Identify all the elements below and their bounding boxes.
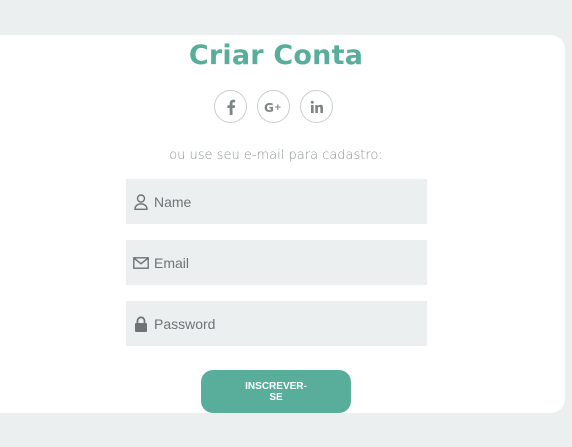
facebook-button[interactable] [214,90,247,123]
name-input[interactable] [154,193,427,210]
signup-button[interactable]: INSCREVER-SE [201,370,351,413]
password-field[interactable] [126,301,427,346]
google-plus-button[interactable]: G + [257,90,290,123]
social-login-row: G + [214,90,333,123]
svg-text:+: + [274,103,282,113]
form-title: Criar Conta [188,40,364,71]
envelope-icon [132,254,150,272]
email-field[interactable] [126,240,427,285]
user-icon [132,193,150,211]
facebook-icon [226,99,236,115]
email-input[interactable] [154,254,427,271]
signup-button-label: INSCREVER-SE [245,380,307,403]
google-plus-icon: G + [264,101,284,113]
linkedin-icon [310,100,324,114]
name-field[interactable] [126,179,427,224]
lock-icon [132,315,150,333]
form-subtitle: ou use seu e-mail para cadastro: [169,148,383,163]
linkedin-button[interactable] [300,90,333,123]
svg-text:G: G [264,101,274,113]
password-input[interactable] [154,315,427,332]
